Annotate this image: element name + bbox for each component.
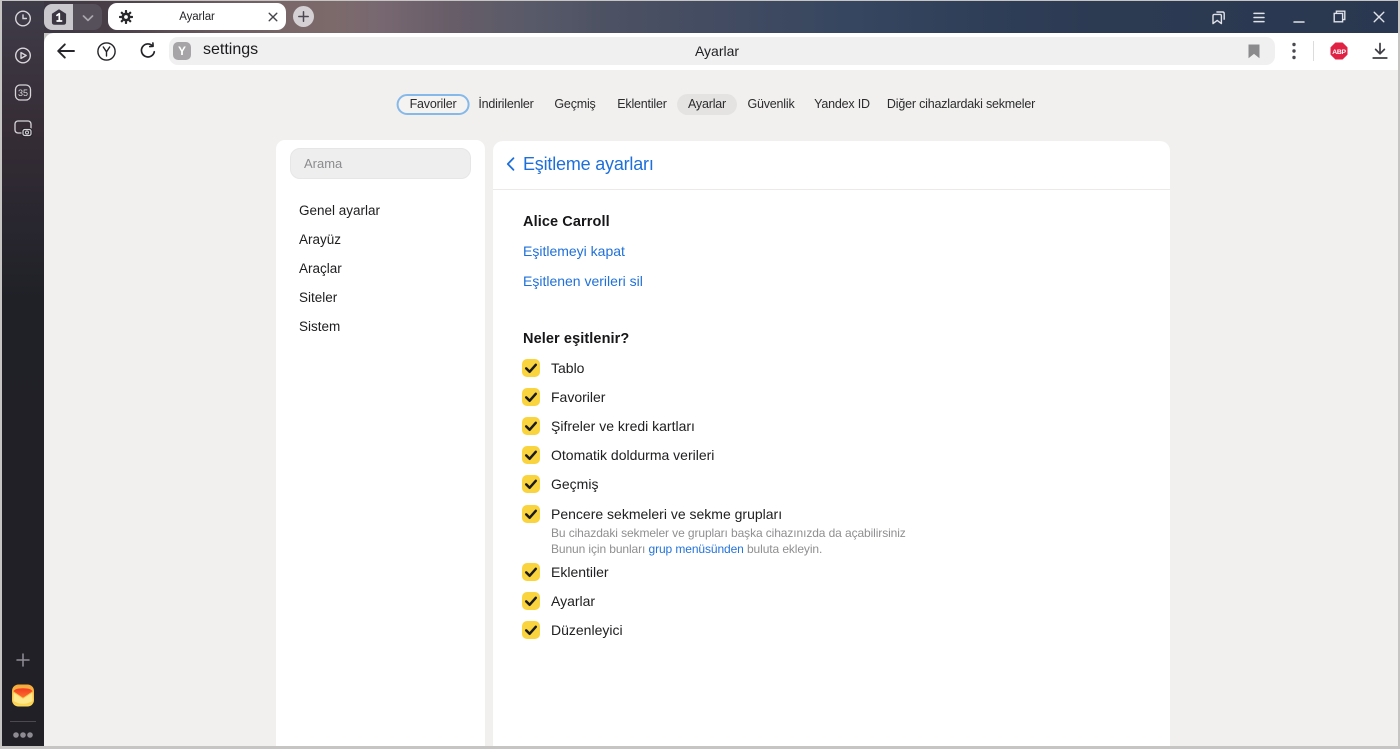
svg-text:ABP: ABP (1332, 49, 1346, 56)
svg-text:35: 35 (18, 88, 28, 98)
